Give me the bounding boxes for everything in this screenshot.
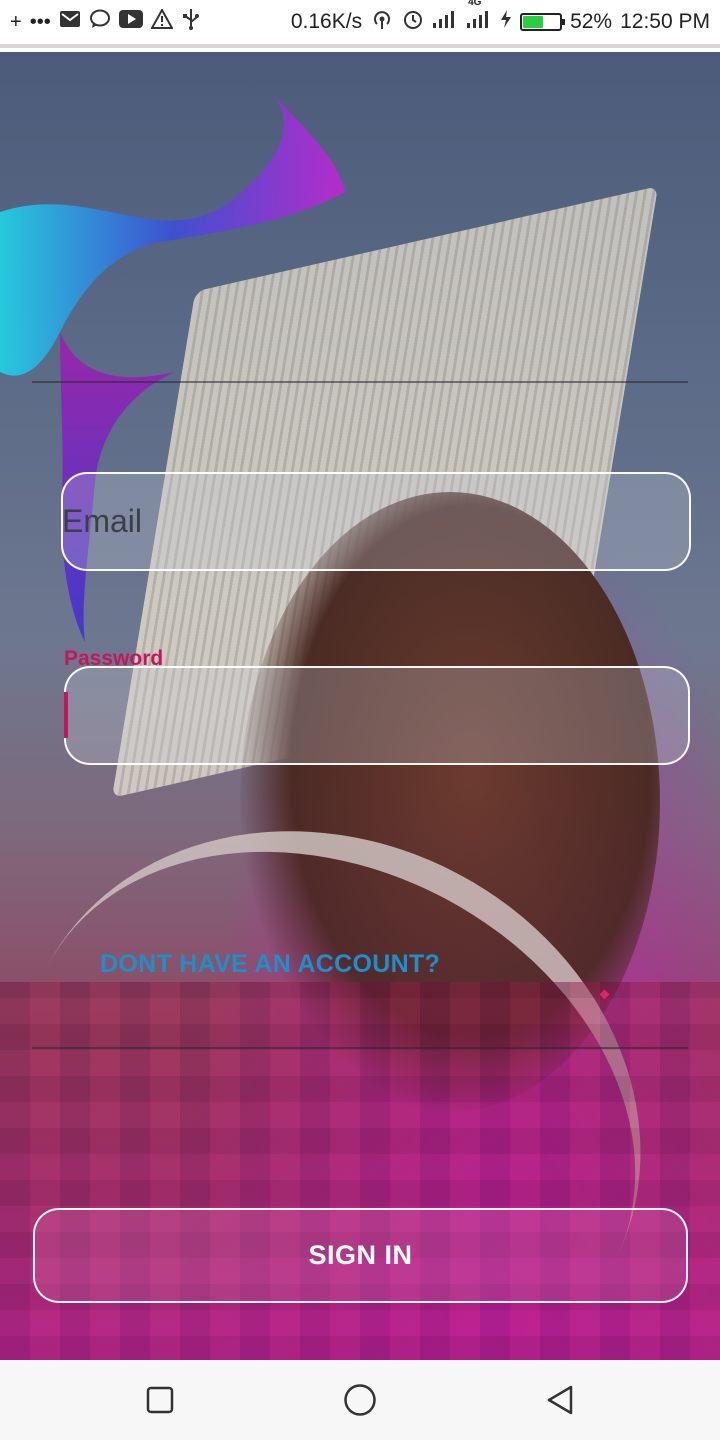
plus-icon: + [10, 11, 22, 33]
network-speed: 0.16K/s [290, 10, 363, 33]
signal-4g-icon: 4G [466, 0, 492, 35]
back-button[interactable] [500, 1360, 620, 1440]
warning-icon [150, 7, 174, 35]
top-divider [32, 381, 688, 383]
clock: 12:50 PM [620, 10, 710, 33]
signup-link[interactable]: DONT HAVE AN ACCOUNT? [100, 950, 440, 979]
battery-fill [523, 16, 543, 28]
gmail-icon [59, 10, 81, 34]
status-bar-right: 0.16K/s 4G 52% 12:50 PM [290, 0, 710, 36]
text-cursor [64, 692, 68, 738]
home-button[interactable] [300, 1360, 420, 1440]
navigation-bar [0, 1360, 720, 1440]
network-type: 4G [468, 0, 482, 8]
hotspot-icon [370, 8, 394, 36]
recents-button[interactable] [100, 1360, 220, 1440]
recents-square-icon [146, 1386, 174, 1414]
battery-percent: 52% [570, 10, 613, 33]
youtube-icon [118, 10, 143, 34]
usb-icon [181, 8, 201, 36]
logo-ribbon-icon [0, 92, 345, 642]
sign-in-button[interactable]: SIGN IN [33, 1208, 688, 1303]
email-placeholder: Email [62, 503, 143, 539]
bottom-divider [32, 1047, 688, 1049]
sign-in-button-label: SIGN IN [308, 1240, 413, 1270]
password-field[interactable] [64, 666, 690, 765]
alarm-icon [402, 8, 424, 36]
charging-icon [500, 9, 512, 35]
signal-icon [432, 9, 458, 35]
back-triangle-icon [547, 1385, 573, 1415]
email-field[interactable] [61, 472, 691, 571]
login-screen [0, 52, 720, 1360]
password-label: Password [64, 647, 164, 670]
more-icon: ••• [29, 11, 51, 33]
status-bar: + ••• 0.16K/s 4G 52% 12:50 PM [0, 0, 720, 48]
status-bar-left: + ••• [10, 7, 201, 36]
battery-icon [520, 13, 566, 31]
chat-icon [89, 9, 111, 35]
home-circle-icon [344, 1384, 376, 1416]
